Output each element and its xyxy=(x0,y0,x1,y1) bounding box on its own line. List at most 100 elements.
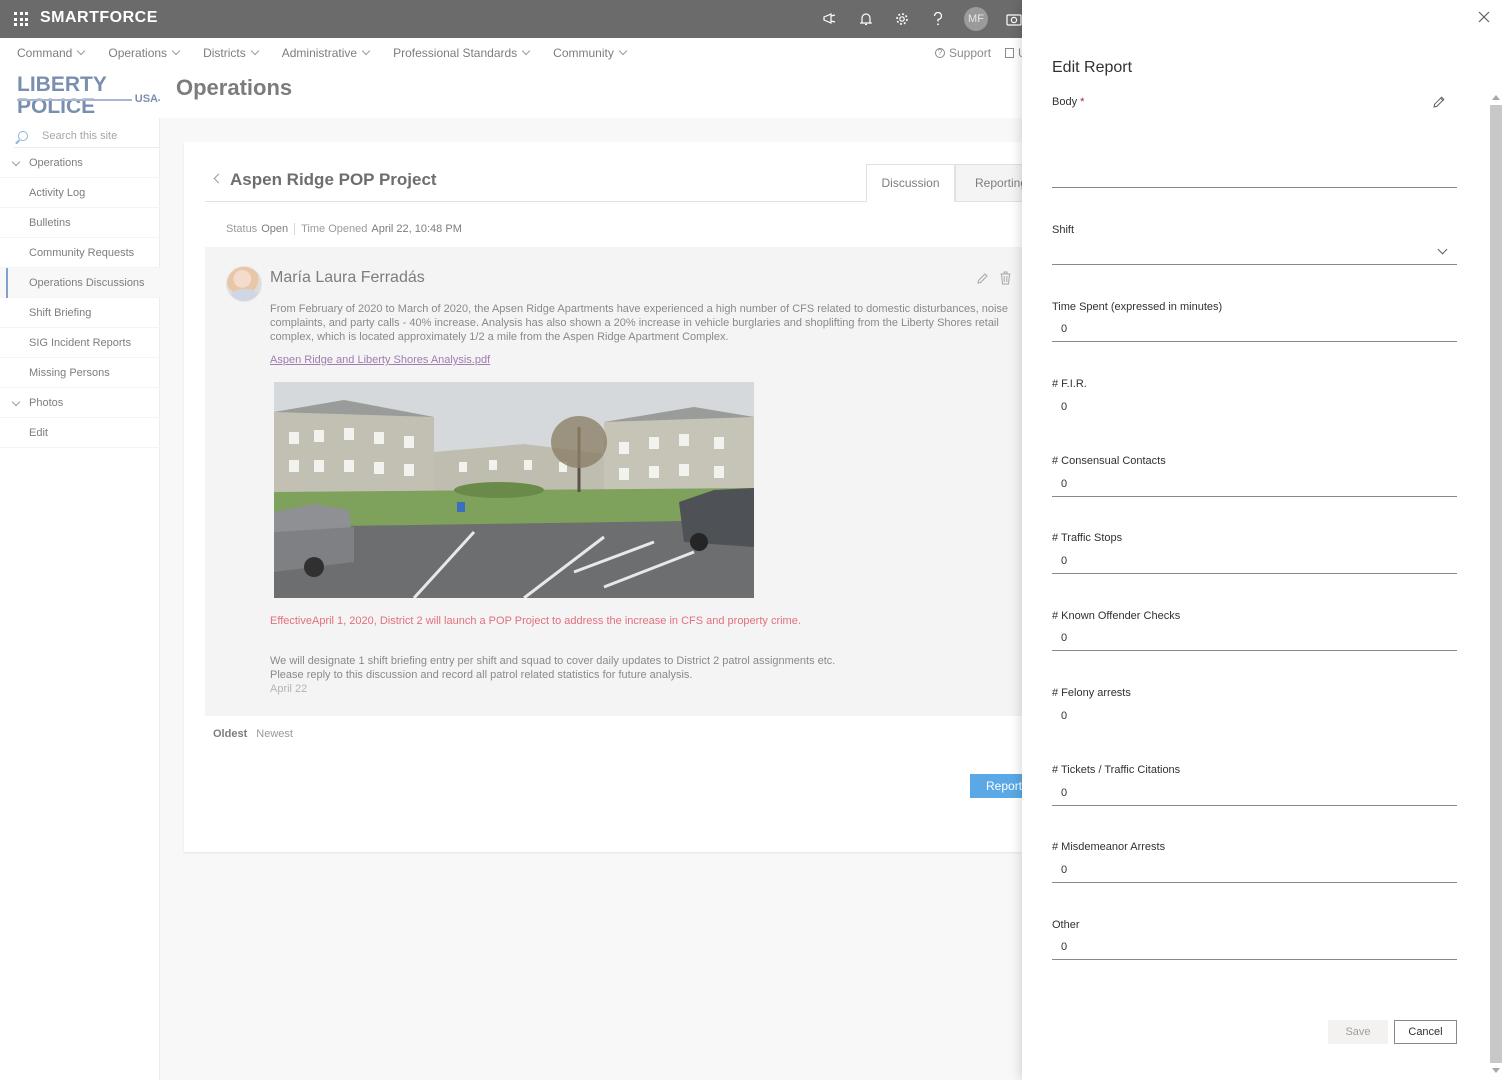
scroll-up-icon[interactable] xyxy=(1492,95,1500,100)
app-launcher-icon[interactable] xyxy=(14,12,28,26)
fir-label: # F.I.R. xyxy=(1052,378,1087,390)
hubnav-districts[interactable]: Districts xyxy=(203,46,259,60)
user-avatar[interactable]: MF xyxy=(964,7,988,31)
other-input[interactable]: 0 xyxy=(1061,941,1067,953)
hubnav-administrative[interactable]: Administrative xyxy=(281,46,371,60)
gear-icon[interactable] xyxy=(884,0,920,38)
required-marker: * xyxy=(1080,96,1085,108)
hubnav-label: Operations xyxy=(108,46,168,60)
hub-navigation: Command Operations Districts Administrat… xyxy=(0,38,1020,68)
known-offender-checks-label: # Known Offender Checks xyxy=(1052,610,1181,622)
post-body-secondary: We will designate 1 shift briefing entry… xyxy=(270,654,835,682)
traffic-stops-input[interactable]: 0 xyxy=(1061,555,1067,567)
body-label: Body * xyxy=(1052,96,1084,108)
sort-newest[interactable]: Newest xyxy=(256,728,293,740)
nav-group-photos[interactable]: Photos xyxy=(0,388,160,418)
edit-pen-icon[interactable] xyxy=(976,272,989,285)
hubnav-operations[interactable]: Operations xyxy=(108,46,181,60)
status-value: Open xyxy=(261,223,289,235)
apartment-photo xyxy=(274,382,754,598)
search-input[interactable]: Search this site xyxy=(42,130,117,142)
chevron-down-icon xyxy=(361,46,371,56)
nav-item-missing-persons[interactable]: Missing Persons xyxy=(0,358,160,388)
nav-item-community-requests[interactable]: Community Requests xyxy=(0,238,160,268)
body-field[interactable] xyxy=(1052,187,1457,188)
save-button[interactable]: Save xyxy=(1328,1020,1388,1044)
support-link[interactable]: Support xyxy=(949,46,991,60)
chevron-down-icon xyxy=(250,46,259,56)
consensual-contacts-label: # Consensual Contacts xyxy=(1052,455,1166,467)
nav-item-edit[interactable]: Edit xyxy=(0,418,160,448)
input-underline xyxy=(1052,959,1457,960)
time-opened-label: Time Opened xyxy=(301,223,368,235)
shift-label: Shift xyxy=(1052,224,1075,236)
hubnav-label: Districts xyxy=(203,46,246,60)
shift-dropdown[interactable] xyxy=(1052,264,1457,265)
search-icon xyxy=(18,130,28,141)
post-body-line: We will designate 1 shift briefing entry… xyxy=(270,655,836,667)
consensual-contacts-input[interactable]: 0 xyxy=(1061,478,1067,490)
input-underline xyxy=(1052,882,1457,883)
hubnav-command[interactable]: Command xyxy=(17,46,86,60)
nav-label: SIG Incident Reports xyxy=(29,336,132,349)
trash-icon[interactable] xyxy=(1000,271,1011,285)
nav-item-activity-log[interactable]: Activity Log xyxy=(0,178,160,208)
hubnav-professional-standards[interactable]: Professional Standards xyxy=(393,46,531,60)
panel-scrollbar[interactable] xyxy=(1489,93,1503,1078)
sort-oldest[interactable]: Oldest xyxy=(213,728,247,740)
post-date: April 22 xyxy=(270,683,308,695)
nav-label: Operations Discussions xyxy=(29,276,145,289)
nav-label: Shift Briefing xyxy=(29,306,92,319)
post-author: María Laura Ferradás xyxy=(270,269,425,286)
nav-group-operations[interactable]: Operations xyxy=(0,148,160,178)
fir-input[interactable]: 0 xyxy=(1061,401,1067,413)
time-spent-input[interactable]: 0 xyxy=(1061,323,1067,335)
chevron-down-icon xyxy=(171,46,181,56)
tab-reporting[interactable]: Reporting xyxy=(955,164,1027,202)
hubnav-label: Command xyxy=(17,46,73,60)
chevron-down-icon xyxy=(11,397,21,407)
input-underline xyxy=(1052,650,1457,651)
chevron-down-icon xyxy=(77,46,86,56)
report-button[interactable]: Report xyxy=(970,774,1022,798)
scroll-thumb[interactable] xyxy=(1490,105,1502,1063)
chevron-down-icon xyxy=(618,46,628,56)
help-icon[interactable] xyxy=(920,0,956,38)
brand-name[interactable]: SMARTFORCE xyxy=(40,9,158,27)
nav-label: Photos xyxy=(29,396,64,409)
edit-pen-icon[interactable] xyxy=(1432,95,1446,109)
nav-item-sig-incident-reports[interactable]: SIG Incident Reports xyxy=(0,328,160,358)
close-icon[interactable] xyxy=(1477,10,1491,24)
nav-label: Community Requests xyxy=(29,246,135,259)
scroll-down-icon[interactable] xyxy=(1492,1068,1500,1073)
nav-label: Edit xyxy=(29,426,48,439)
nav-item-operations-discussions[interactable]: Operations Discussions xyxy=(0,268,160,298)
sort-options: Oldest Newest xyxy=(213,728,293,740)
hubnav-label: Professional Standards xyxy=(393,46,518,60)
tickets-citations-input[interactable]: 0 xyxy=(1061,787,1067,799)
panel-title: Edit Report xyxy=(1052,59,1133,76)
chevron-down-icon xyxy=(11,157,21,167)
cancel-button[interactable]: Cancel xyxy=(1394,1020,1457,1044)
misdemeanor-arrests-label: # Misdemeanor Arrests xyxy=(1052,841,1166,853)
nav-item-shift-briefing[interactable]: Shift Briefing xyxy=(0,298,160,328)
known-offender-checks-input[interactable]: 0 xyxy=(1061,632,1067,644)
hubnav-community[interactable]: Community xyxy=(553,46,628,60)
hub-right-links: ? Support U xyxy=(935,46,1027,60)
attachment-link[interactable]: Aspen Ridge and Liberty Shores Analysis.… xyxy=(270,354,490,366)
field-label: Body xyxy=(1052,96,1078,108)
misdemeanor-arrests-input[interactable]: 0 xyxy=(1061,864,1067,876)
site-logo[interactable]: LIBERTY POLICE USA xyxy=(17,74,162,118)
post-body-line: Please reply to this discussion and reco… xyxy=(270,669,693,681)
site-search[interactable]: Search this site xyxy=(14,124,160,148)
bell-icon[interactable] xyxy=(848,0,884,38)
megaphone-icon[interactable] xyxy=(812,0,848,38)
nav-label: Operations xyxy=(29,156,83,169)
nav-item-bulletins[interactable]: Bulletins xyxy=(0,208,160,238)
tab-discussion[interactable]: Discussion xyxy=(866,164,955,202)
left-navigation: Search this site Operations Activity Log… xyxy=(0,118,160,1080)
felony-arrests-input[interactable]: 0 xyxy=(1061,710,1067,722)
site-title[interactable]: Operations xyxy=(176,75,292,101)
input-underline xyxy=(1052,341,1457,342)
hubnav-label: Administrative xyxy=(281,46,358,60)
